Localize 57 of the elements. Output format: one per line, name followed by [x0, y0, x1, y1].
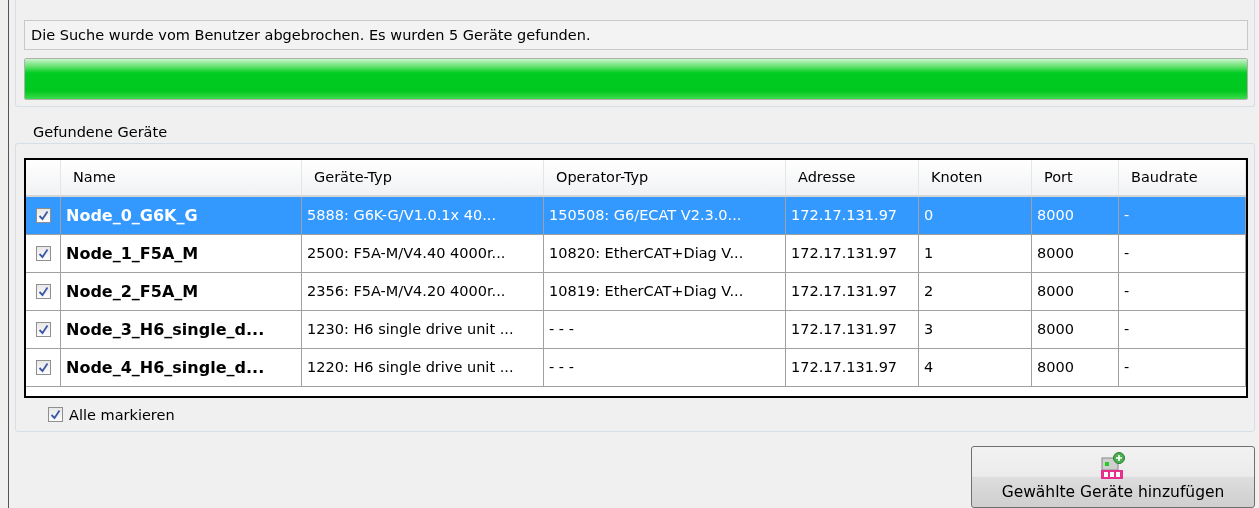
table-cell: - — [1119, 234, 1246, 272]
checkbox[interactable] — [35, 245, 51, 261]
table-cell: - - - — [544, 310, 786, 348]
checkbox[interactable] — [35, 321, 51, 337]
table-row[interactable]: Node_3_H6_single_d... 1230: H6 single drive unit ... - - - 172.17.131.97 3 8000 - — [26, 310, 1246, 349]
table-cell: Node_0_G6K_G — [61, 196, 302, 234]
table-cell: 150508: G6/ECAT V2.3.0... — [544, 196, 786, 234]
table-cell: - — [1119, 348, 1246, 386]
table-cell: 8000 — [1032, 348, 1119, 386]
table-cell: 2500: F5A-M/V4.40 4000r... — [302, 234, 544, 272]
table-cell: 172.17.131.97 — [786, 310, 919, 348]
table-cell: - — [1119, 196, 1246, 234]
checkbox[interactable] — [35, 283, 51, 299]
checkbox[interactable] — [48, 407, 63, 423]
table-cell: - — [1119, 272, 1246, 310]
table-cell: 5888: G6K-G/V1.0.1x 40... — [302, 196, 544, 234]
table-cell: Node_1_F5A_M — [61, 234, 302, 272]
column-header[interactable]: Adresse — [786, 159, 919, 195]
table-cell: 172.17.131.97 — [786, 272, 919, 310]
column-header[interactable]: Geräte-Typ — [302, 159, 544, 195]
table-cell: 172.17.131.97 — [786, 348, 919, 386]
checkbox-label: Alle markieren — [69, 406, 175, 423]
table-cell: 172.17.131.97 — [786, 234, 919, 272]
table-cell: 1220: H6 single drive unit ... — [302, 348, 544, 386]
checkbox[interactable] — [35, 359, 51, 375]
table-cell: 10820: EtherCAT+Diag V... — [544, 234, 786, 272]
table-row[interactable]: Node_4_H6_single_d... 1220: H6 single drive unit ... - - - 172.17.131.97 4 8000 - — [26, 348, 1246, 387]
table-row[interactable]: Node_1_F5A_M 2500: F5A-M/V4.40 4000r... 10820: EtherCAT+Diag V... 172.17.131.97 1 8000 - — [26, 234, 1246, 273]
table-cell: 8000 — [1032, 272, 1119, 310]
table-cell: 0 — [919, 196, 1032, 234]
table-cell: 8000 — [1032, 234, 1119, 272]
column-header[interactable]: Name — [61, 159, 302, 195]
table-cell: 2356: F5A-M/V4.20 4000r... — [302, 272, 544, 310]
table-cell: 4 — [919, 348, 1032, 386]
status-message: Die Suche wurde vom Benutzer abgebrochen. Es wurden 5 Geräte gefunden. — [24, 20, 1248, 50]
table-cell: 172.17.131.97 — [786, 196, 919, 234]
column-header[interactable]: Operator-Typ — [544, 159, 786, 195]
table-cell: 10819: EtherCAT+Diag V... — [544, 272, 786, 310]
table-cell: 1230: H6 single drive unit ... — [302, 310, 544, 348]
table-cell: 2 — [919, 272, 1032, 310]
table-cell: Node_4_H6_single_d... — [61, 348, 302, 386]
device-add-icon — [1100, 452, 1126, 480]
table-cell: 8000 — [1032, 196, 1119, 234]
column-header[interactable]: Knoten — [919, 159, 1032, 195]
table-cell: 1 — [919, 234, 1032, 272]
add-devices-button[interactable]: Gewählte Geräte hinzufügen — [971, 446, 1255, 508]
checkbox[interactable] — [35, 207, 51, 223]
group-title: Gefundene Geräte — [33, 124, 169, 141]
table-cell: Node_3_H6_single_d... — [61, 310, 302, 348]
table-cell: 3 — [919, 310, 1032, 348]
table-cell: - - - — [544, 348, 786, 386]
column-header[interactable]: Port — [1032, 159, 1119, 195]
table-row[interactable]: Node_2_F5A_M 2356: F5A-M/V4.20 4000r... 10819: EtherCAT+Diag V... 172.17.131.97 2 8000 - — [26, 272, 1246, 311]
table-cell: 8000 — [1032, 310, 1119, 348]
column-header[interactable]: Baudrate — [1119, 159, 1246, 195]
table-cell: - — [1119, 310, 1246, 348]
table-cell: Node_2_F5A_M — [61, 272, 302, 310]
